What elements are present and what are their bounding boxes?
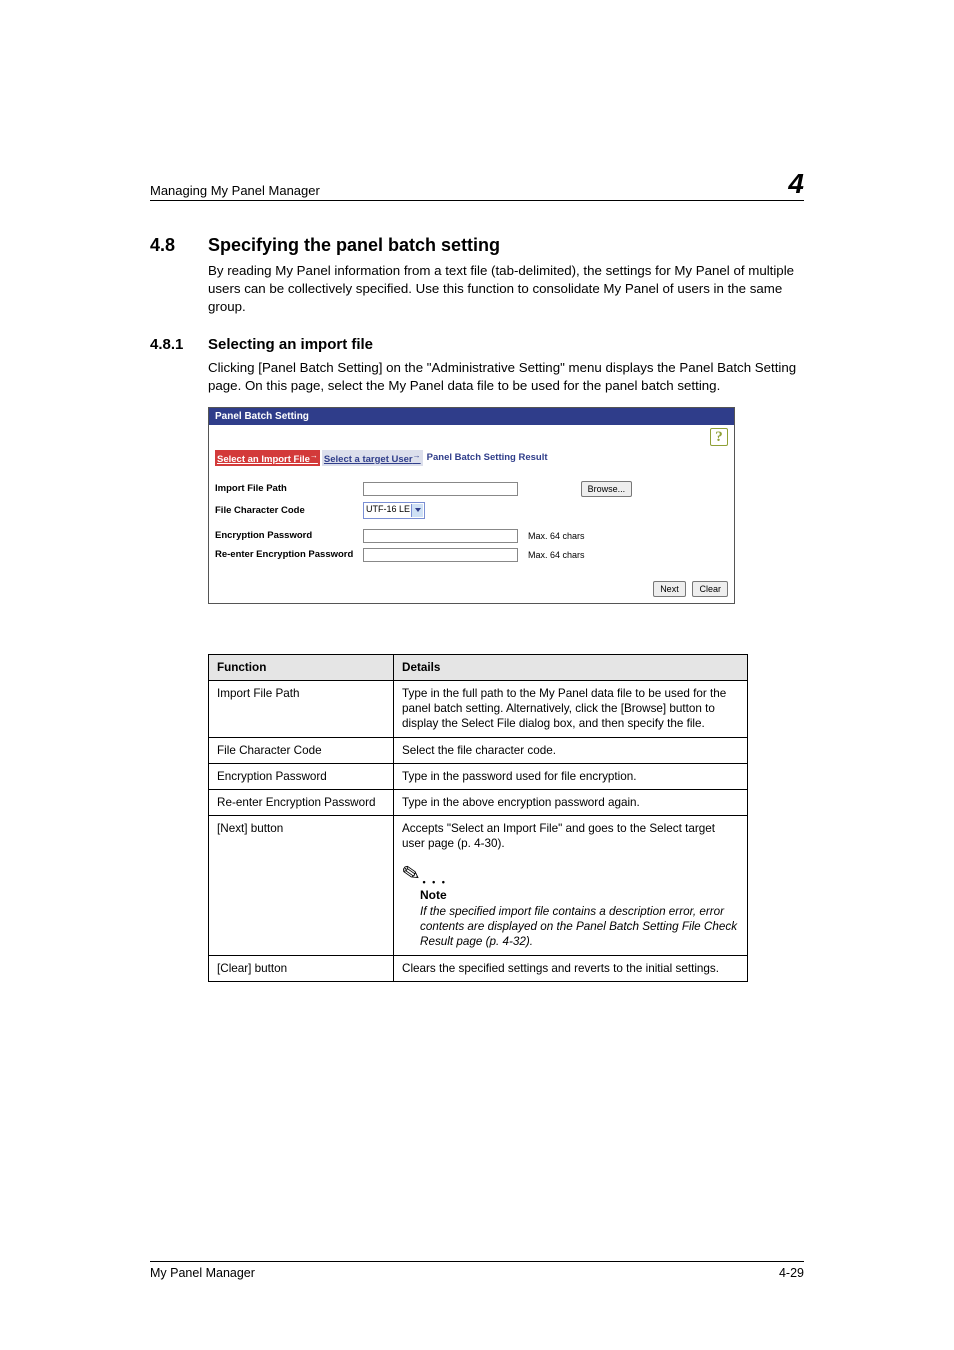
page-header: Managing My Panel Manager 4 [150, 170, 804, 201]
wizard-steps: Select an Import File→ Select a target U… [209, 446, 734, 474]
cell-details: Clears the specified settings and revert… [394, 955, 748, 981]
note-pen-icon: ✎ [400, 858, 423, 889]
form-area: Import File Path Browse... File Characte… [209, 474, 734, 577]
th-details: Details [394, 654, 748, 680]
header-left: Managing My Panel Manager [150, 183, 320, 198]
cell-function: Re-enter Encryption Password [209, 790, 394, 816]
page-footer: My Panel Manager 4-29 [150, 1261, 804, 1280]
hint-max-chars: Max. 64 chars [528, 531, 585, 541]
subsection-number: 4.8.1 [150, 336, 208, 353]
function-details-table: Function Details Import File Path Type i… [208, 654, 748, 982]
cell-function: [Clear] button [209, 955, 394, 981]
file-character-code-select[interactable]: UTF-16 LE [363, 502, 425, 519]
encryption-password-input[interactable] [363, 529, 518, 543]
note-dots-icon: • • • [422, 877, 446, 887]
table-row: Re-enter Encryption Password Type in the… [209, 790, 748, 816]
hint-max-chars-2: Max. 64 chars [528, 550, 585, 560]
note-block: ✎• • • Note If the specified import file… [402, 860, 739, 950]
section-number: 4.8 [150, 235, 208, 256]
note-body: If the specified import file contains a … [420, 904, 739, 950]
subsection-intro: Clicking [Panel Batch Setting] on the "A… [208, 359, 804, 395]
import-file-path-input[interactable] [363, 482, 518, 496]
section-intro: By reading My Panel information from a t… [208, 262, 804, 316]
label-file-char-code: File Character Code [215, 505, 363, 516]
arrow-icon: → [413, 451, 421, 460]
footer-page-number: 4-29 [779, 1266, 804, 1280]
step-batch-result: Panel Batch Setting Result [425, 451, 550, 464]
chapter-number: 4 [788, 170, 804, 198]
subsection-heading: 4.8.1 Selecting an import file [150, 336, 804, 353]
reenter-password-input[interactable] [363, 548, 518, 562]
label-reenter-password: Re-enter Encryption Password [215, 549, 363, 560]
table-row: Encryption Password Type in the password… [209, 763, 748, 789]
browse-button[interactable]: Browse... [581, 481, 633, 497]
table-row: [Next] button Accepts "Select an Import … [209, 816, 748, 955]
step-select-target-user[interactable]: Select a target User→ [322, 450, 423, 466]
arrow-icon: → [310, 451, 318, 460]
cell-function: Import File Path [209, 681, 394, 738]
cell-details: Accepts "Select an Import File" and goes… [394, 816, 748, 955]
cell-function: File Character Code [209, 737, 394, 763]
cell-function: [Next] button [209, 816, 394, 955]
cell-details: Type in the above encryption password ag… [394, 790, 748, 816]
help-icon[interactable]: ? [710, 428, 728, 446]
note-title: Note [420, 888, 739, 904]
table-row: Import File Path Type in the full path t… [209, 681, 748, 738]
next-button[interactable]: Next [653, 581, 686, 597]
table-row: File Character Code Select the file char… [209, 737, 748, 763]
table-row: [Clear] button Clears the specified sett… [209, 955, 748, 981]
clear-button[interactable]: Clear [692, 581, 728, 597]
section-title: Specifying the panel batch setting [208, 235, 500, 256]
cell-function: Encryption Password [209, 763, 394, 789]
th-function: Function [209, 654, 394, 680]
cell-details: Type in the full path to the My Panel da… [394, 681, 748, 738]
label-encryption-password: Encryption Password [215, 530, 363, 541]
cell-details: Type in the password used for file encry… [394, 763, 748, 789]
cell-details: Select the file character code. [394, 737, 748, 763]
footer-left: My Panel Manager [150, 1266, 255, 1280]
step-select-import-file[interactable]: Select an Import File→ [215, 450, 320, 466]
panel-title: Panel Batch Setting [209, 408, 734, 425]
label-import-path: Import File Path [215, 483, 363, 494]
subsection-title: Selecting an import file [208, 336, 373, 353]
panel-batch-setting-screenshot: Panel Batch Setting ? Select an Import F… [208, 407, 735, 604]
section-heading: 4.8 Specifying the panel batch setting [150, 235, 804, 256]
